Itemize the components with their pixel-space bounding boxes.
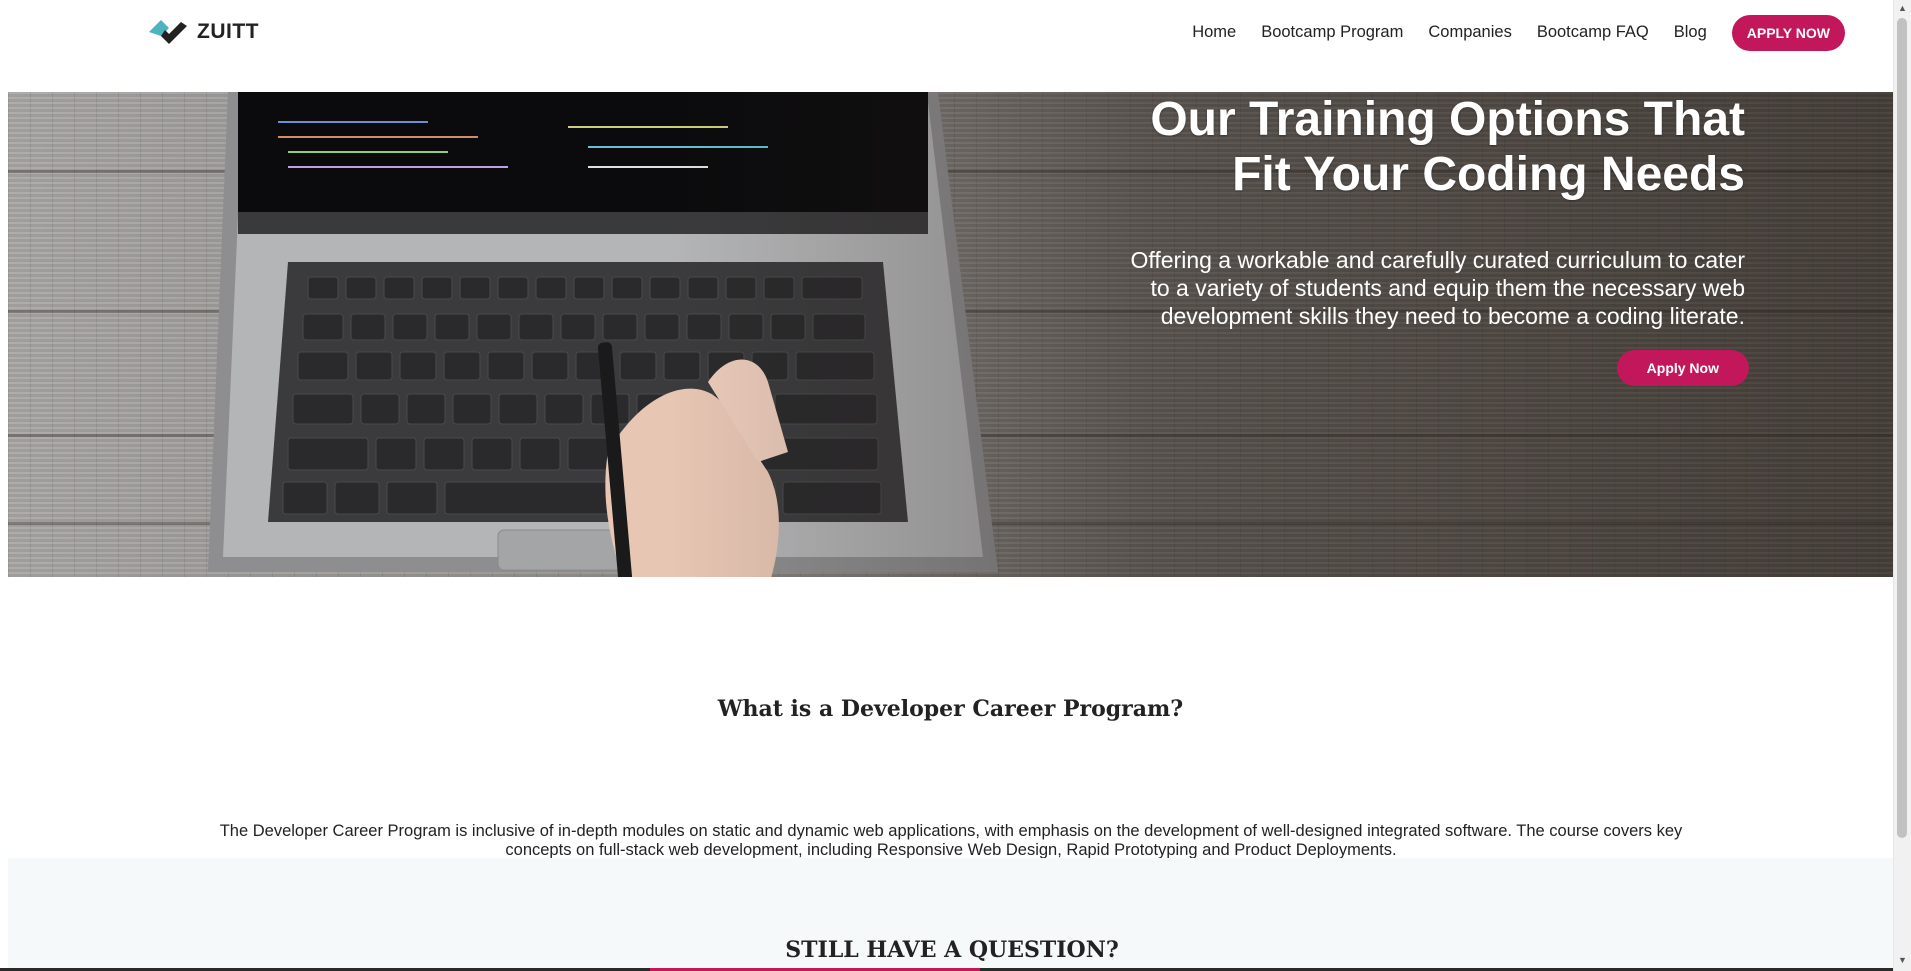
page-scrollbar[interactable]: ▲ ▼ bbox=[1893, 0, 1911, 971]
hero-banner: Our Training Options That Fit Your Codin… bbox=[8, 92, 1896, 577]
apply-now-hero-button[interactable]: Apply Now bbox=[1616, 350, 1749, 386]
nav-bootcamp-program[interactable]: Bootcamp Program bbox=[1261, 23, 1403, 42]
scrollbar-thumb[interactable] bbox=[1897, 18, 1907, 838]
nav-companies[interactable]: Companies bbox=[1428, 23, 1511, 42]
nav-blog[interactable]: Blog bbox=[1674, 23, 1707, 42]
nav-home[interactable]: Home bbox=[1192, 23, 1236, 42]
nav-bootcamp-faq[interactable]: Bootcamp FAQ bbox=[1537, 23, 1649, 42]
logo-wordmark: ZUITT bbox=[197, 20, 259, 43]
main-nav: Home Bootcamp Program Companies Bootcamp… bbox=[1192, 0, 1891, 65]
question-section-title: STILL HAVE A QUESTION? bbox=[785, 937, 1119, 964]
zuitt-logo[interactable]: ZUITT bbox=[147, 14, 259, 50]
hero-title: Our Training Options That Fit Your Codin… bbox=[1150, 93, 1745, 201]
scroll-down-arrow-icon[interactable]: ▼ bbox=[1898, 955, 1907, 965]
question-section: STILL HAVE A QUESTION? bbox=[8, 858, 1896, 971]
scroll-up-arrow-icon[interactable]: ▲ bbox=[1898, 4, 1907, 13]
site-header: ZUITT Home Bootcamp Program Companies Bo… bbox=[0, 0, 1891, 92]
hero-content: Our Training Options That Fit Your Codin… bbox=[1105, 92, 1749, 386]
program-section-body: The Developer Career Program is inclusiv… bbox=[219, 821, 1683, 859]
program-section-title: What is a Developer Career Program? bbox=[717, 696, 1184, 723]
zuitt-logo-icon bbox=[149, 20, 187, 44]
hero-subtitle: Offering a workable and carefully curate… bbox=[1130, 247, 1745, 329]
apply-now-nav-button[interactable]: APPLY NOW bbox=[1731, 14, 1845, 51]
